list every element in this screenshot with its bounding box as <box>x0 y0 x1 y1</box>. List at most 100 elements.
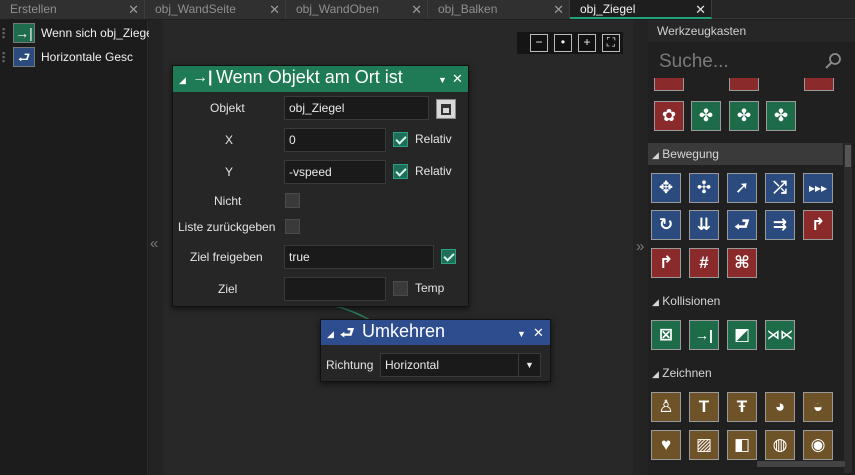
rotate-icon[interactable]: ↻ <box>651 210 681 240</box>
close-icon[interactable]: ✕ <box>553 0 564 19</box>
tab-label: obj_Balken <box>438 2 498 16</box>
chevron-down-icon[interactable]: ▼ <box>438 75 447 85</box>
arrow-to-bar-icon: →| <box>192 69 213 86</box>
tab-obj-balken[interactable]: obj_Balken ✕ <box>428 0 570 19</box>
move-arrows-icon[interactable]: ✣ <box>689 173 719 203</box>
action-tile[interactable] <box>729 78 759 91</box>
draw-text-scaled-icon[interactable]: Ŧ <box>727 392 757 422</box>
x-field[interactable]: 0 <box>284 128 386 152</box>
collapse-icon[interactable]: ◢ <box>179 75 186 86</box>
collision-point-icon[interactable]: ◩ <box>727 320 757 350</box>
close-icon[interactable]: ✕ <box>128 0 139 19</box>
y-field[interactable]: -vspeed <box>284 160 386 184</box>
speed-icon[interactable]: ▸▸▸ <box>803 173 833 203</box>
block-header[interactable]: ◢ ⮐ Umkehren ▼ ✕ <box>321 320 550 345</box>
temp-checkbox[interactable] <box>393 281 408 296</box>
close-icon[interactable]: ✕ <box>452 71 463 87</box>
instance-tile-icon[interactable]: ✿ <box>654 101 684 131</box>
category-zeichnen[interactable]: ◢ Zeichnen <box>648 362 843 384</box>
partial-tile-row <box>652 78 842 92</box>
action-tile[interactable] <box>804 78 834 91</box>
nicht-checkbox[interactable] <box>285 193 300 208</box>
draw-gradient-icon[interactable]: ◧ <box>727 430 757 460</box>
drag-handle-icon[interactable]: ▪ ▪ ▪ <box>2 25 7 42</box>
objekt-field[interactable]: obj_Ziegel <box>284 96 429 120</box>
instance-tile-icon[interactable]: ✤ <box>729 101 759 131</box>
grid-icon[interactable]: # <box>689 248 719 278</box>
jump-icon[interactable]: ↱ <box>803 210 833 240</box>
draw-circle-gradient-icon[interactable]: ◉ <box>803 430 833 460</box>
horizontal-scrollbar[interactable] <box>757 461 845 467</box>
x-label: X <box>225 133 234 147</box>
jump-to-icon[interactable]: ↱ <box>651 248 681 278</box>
gravity-down-icon[interactable]: ⇊ <box>689 210 719 240</box>
reverse-arrow-icon[interactable]: ⮐ <box>727 210 757 240</box>
category-bewegung[interactable]: ◢ Bewegung <box>648 143 843 165</box>
draw-hatch-icon[interactable]: ▨ <box>689 430 719 460</box>
toolbox-title: Werkzeugkasten <box>648 20 855 42</box>
y-relative-checkbox[interactable] <box>393 164 408 179</box>
zoom-in-icon[interactable]: + <box>578 34 596 52</box>
arrow-to-bar-icon[interactable]: →| <box>689 320 719 350</box>
event-item-place[interactable]: ▪ ▪ ▪ →| Wenn sich obj_Ziegel <box>0 22 156 44</box>
right-splitter[interactable]: » <box>633 20 648 475</box>
category-label: Kollisionen <box>662 294 721 308</box>
arrow-to-bar-icon: →| <box>13 23 35 43</box>
y-label: Y <box>225 165 234 179</box>
collision-box-icon[interactable]: ⊠ <box>651 320 681 350</box>
richtung-select[interactable]: Horizontal ▼ <box>380 353 541 377</box>
collapse-left-icon[interactable]: « <box>150 235 158 252</box>
x-relative-checkbox[interactable] <box>393 132 408 147</box>
draw-text-icon[interactable]: T <box>689 392 719 422</box>
liste-checkbox[interactable] <box>285 219 300 234</box>
event-label: Horizontale Gesc <box>41 50 134 64</box>
tab-obj-ziegel[interactable]: obj_Ziegel ✕ <box>570 0 712 19</box>
collision-line-icon[interactable]: ⋊⋉ <box>765 320 795 350</box>
zoom-out-icon[interactable]: − <box>530 34 548 52</box>
move-diagonal-icon[interactable]: ➚ <box>727 173 757 203</box>
close-icon[interactable]: ✕ <box>533 325 544 341</box>
fit-screen-icon[interactable]: ⛶ <box>602 34 620 52</box>
zoom-reset-icon[interactable]: • <box>554 34 572 52</box>
command-icon[interactable]: ⌘ <box>727 248 757 278</box>
tab-obj-wandseite[interactable]: obj_WandSeite ✕ <box>145 0 286 19</box>
instance-tile-icon[interactable]: ✤ <box>691 101 721 131</box>
move-random-icon[interactable]: ⤮ <box>765 173 795 203</box>
collapse-right-icon[interactable]: » <box>636 238 644 255</box>
close-icon[interactable]: ✕ <box>269 0 280 19</box>
chevron-down-icon[interactable]: ▼ <box>517 329 526 339</box>
search-placeholder: Suche... <box>659 51 729 72</box>
toolbox-search-input[interactable]: Suche... <box>655 47 848 77</box>
event-list-panel: ▪ ▪ ▪ →| Wenn sich obj_Ziegel ▪ ▪ ▪ ⮐ Horizo… <box>0 20 156 475</box>
event-item-reverse[interactable]: ▪ ▪ ▪ ⮐ Horizontale Gesc <box>0 46 148 68</box>
block-header[interactable]: ◢ →| Wenn Objekt am Ort ist ▼ ✕ <box>173 66 468 92</box>
block-title: Umkehren <box>362 321 446 341</box>
draw-hearts-icon[interactable]: ♥ <box>651 430 681 460</box>
draw-sprite-icon[interactable]: ♙ <box>651 392 681 422</box>
ziel-field[interactable] <box>284 277 386 301</box>
instance-tile-icon[interactable]: ✤ <box>766 101 796 131</box>
chevron-down-icon[interactable]: ▼ <box>518 354 540 376</box>
left-splitter[interactable]: « <box>149 20 163 475</box>
action-tile[interactable] <box>654 78 684 91</box>
draw-healthbar-icon[interactable]: ◒ <box>803 392 833 422</box>
close-icon[interactable]: ✕ <box>695 0 706 19</box>
ziel-freigeben-field[interactable]: true <box>284 245 434 269</box>
object-picker-button[interactable] <box>436 99 456 119</box>
ziel-freigeben-checkbox[interactable] <box>441 249 456 264</box>
scrollbar-thumb[interactable] <box>845 145 851 167</box>
list-icon <box>441 104 451 115</box>
toolbox-scrollbar[interactable] <box>844 143 852 473</box>
move-cross-icon[interactable]: ✥ <box>651 173 681 203</box>
drag-handle-icon[interactable]: ▪ ▪ ▪ <box>2 49 7 66</box>
category-kollisionen[interactable]: ◢ Kollisionen <box>648 290 843 312</box>
draw-ellipse-hatch-icon[interactable]: ◍ <box>765 430 795 460</box>
close-icon[interactable]: ✕ <box>411 0 422 19</box>
path-arrow-icon[interactable]: ⇉ <box>765 210 795 240</box>
tab-obj-wandoben[interactable]: obj_WandOben ✕ <box>286 0 428 19</box>
collapse-icon[interactable]: ◢ <box>327 329 334 340</box>
tab-erstellen[interactable]: Erstellen ✕ <box>0 0 145 19</box>
category-label: Zeichnen <box>662 366 712 380</box>
draw-pie-icon[interactable]: ◕ <box>765 392 795 422</box>
expand-arrow-icon: ◢ <box>652 297 659 307</box>
